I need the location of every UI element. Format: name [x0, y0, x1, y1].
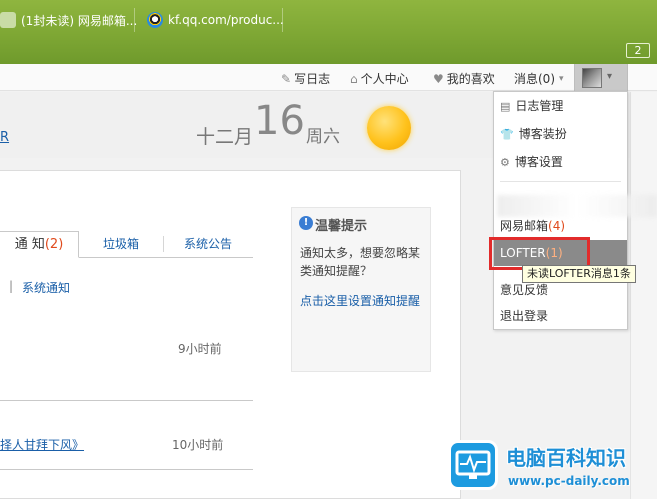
menu-item-blog-dress[interactable]: 👕 博客装扮 [494, 121, 627, 147]
shirt-icon: 👕 [500, 128, 514, 141]
browser-tab-qq[interactable]: kf.qq.com/produc... [147, 10, 284, 30]
write-diary-label: 写日志 [294, 72, 331, 86]
chevron-down-icon: ▾ [559, 73, 564, 84]
tab-spam-label: 垃圾箱 [102, 237, 139, 251]
personal-center-link[interactable]: ⌂ 个人中心 [350, 70, 409, 87]
date-month: 十二月 [196, 126, 254, 148]
monitor-logo-icon [448, 440, 498, 490]
messages-label: 消息(0) [514, 72, 555, 86]
system-notify-filter[interactable]: 系统通知 [22, 279, 70, 296]
user-menu-toggle[interactable]: ▾ [574, 64, 628, 91]
menu-item-label: 日志管理 [515, 99, 564, 113]
edit-icon: ✎ [281, 71, 292, 86]
watermark-url: www.pc-daily.com [508, 474, 630, 488]
write-diary-link[interactable]: ✎ 写日志 [281, 70, 330, 87]
menu-divider [500, 181, 621, 182]
mail-count: (4) [548, 219, 566, 233]
divider [0, 400, 253, 401]
personal-center-label: 个人中心 [360, 72, 409, 86]
weather-sun-icon [367, 106, 411, 150]
lofter-tooltip: 未读LOFTER消息1条 [522, 265, 636, 283]
heart-icon: ♥ [433, 71, 444, 86]
blog-top-nav: ✎ 写日志 ⌂ 个人中心 ♥ 我的喜欢 消息(0) ▾ [0, 64, 657, 91]
tab-count-badge[interactable]: 2 [626, 43, 650, 58]
divider [0, 469, 253, 470]
filter-divider: | [9, 279, 14, 293]
tab-spam[interactable]: 垃圾箱 [79, 231, 163, 258]
browser-tab-mail[interactable]: (1封未读) 网易邮箱... [0, 10, 137, 30]
blurred-strip [497, 195, 657, 217]
message-link[interactable]: 择人甘拜下风》 [0, 436, 84, 453]
avatar [582, 68, 602, 88]
tip-box: ! 温馨提示 通知太多，想要忽略某类通知提醒？ 点击这里设置通知提醒 [291, 207, 431, 372]
menu-item-logout[interactable]: 退出登录 [494, 303, 627, 329]
menu-item-diary-manage[interactable]: ▤ 日志管理 [494, 93, 627, 119]
gear-icon: ⚙ [500, 156, 510, 169]
tab-announcements[interactable]: 系统公告 [163, 231, 253, 258]
menu-item-label: 网易邮箱 [500, 219, 549, 233]
tab-divider [282, 8, 283, 32]
right-column [630, 92, 657, 499]
message-time: 9小时前 [178, 342, 222, 356]
chevron-down-icon: ▾ [607, 71, 613, 82]
notification-tabs: 通 知(2) 垃圾箱 系统公告 [0, 231, 253, 258]
watermark-logo: 电脑百科知识 www.pc-daily.com [440, 440, 657, 499]
menu-item-label: 退出登录 [500, 309, 549, 323]
tip-title: 温馨提示 [315, 219, 368, 234]
home-icon: ⌂ [350, 71, 358, 86]
tab-announcements-label: 系统公告 [183, 237, 232, 251]
menu-item-label: 意见反馈 [500, 283, 549, 297]
mail-favicon-icon [0, 12, 16, 28]
tab-notify[interactable]: 通 知(2) [0, 231, 79, 258]
header-link[interactable]: R [0, 130, 9, 145]
my-likes-link[interactable]: ♥ 我的喜欢 [433, 70, 495, 87]
menu-item-label: 博客设置 [514, 155, 563, 169]
date-day: 16 [254, 98, 305, 144]
tip-settings-link[interactable]: 点击这里设置通知提醒 [300, 292, 420, 309]
menu-item-label: 博客装扮 [518, 127, 567, 141]
qq-favicon-icon [147, 12, 163, 28]
tip-body: 通知太多，想要忽略某类通知提醒？ [300, 246, 421, 278]
document-icon: ▤ [500, 100, 511, 113]
my-likes-label: 我的喜欢 [446, 72, 495, 86]
menu-item-blog-settings[interactable]: ⚙ 博客设置 [494, 149, 627, 175]
message-time: 10小时前 [172, 438, 224, 452]
tab-notify-label: 通 知 [14, 237, 45, 252]
watermark-name: 电脑百科知识 [506, 446, 626, 470]
date-weekday: 周六 [306, 127, 340, 147]
messages-link[interactable]: 消息(0) ▾ [514, 70, 567, 87]
browser-tab-label: (1封未读) 网易邮箱... [21, 13, 138, 28]
browser-tab-label: kf.qq.com/produc... [168, 13, 284, 27]
pulse-icon [455, 450, 491, 479]
tab-divider [134, 8, 135, 32]
info-icon: ! [299, 216, 313, 230]
tab-notify-count: (2) [44, 237, 64, 252]
browser-tab-bar: (1封未读) 网易邮箱... kf.qq.com/produc... 2 [0, 0, 657, 64]
